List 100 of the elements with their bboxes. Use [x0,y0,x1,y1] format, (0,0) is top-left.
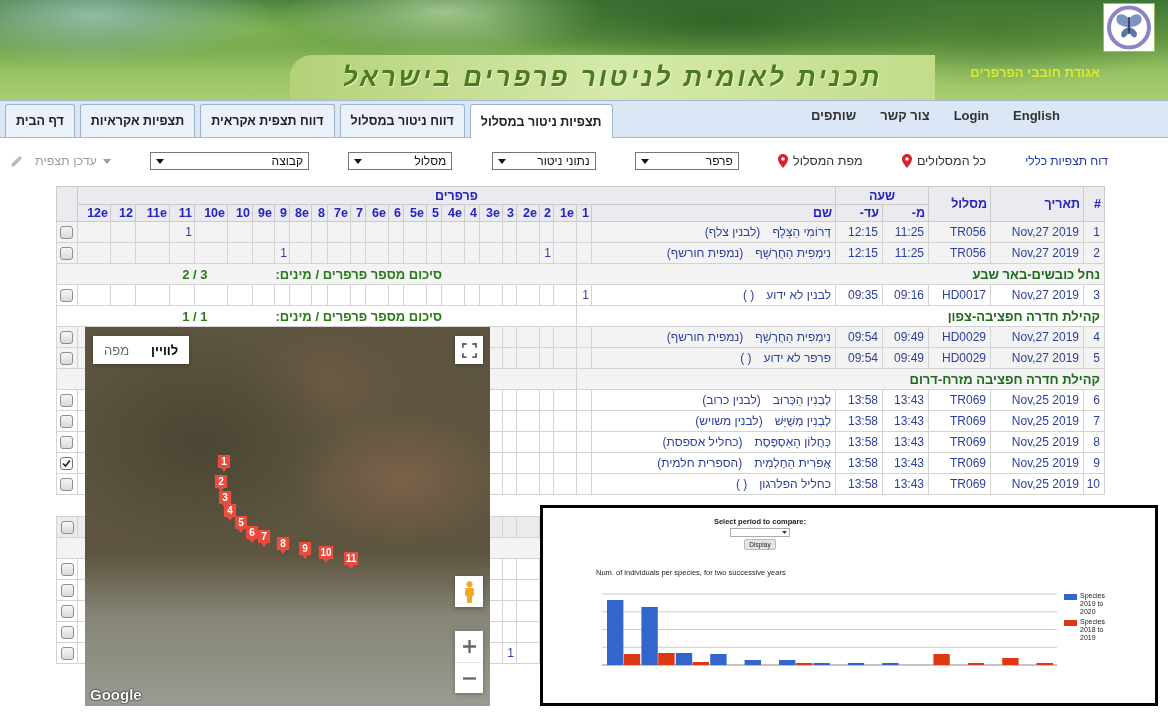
time-cell: 09:54 [835,347,883,369]
map-marker[interactable]: 5 [234,516,248,533]
time-cell: 13:58 [835,452,883,474]
map-marker[interactable]: 9 [298,542,312,559]
period-select[interactable] [730,528,790,537]
route-cell: HD0017 [928,284,991,306]
map-marker[interactable]: 10 [318,546,334,563]
fullscreen-icon [461,342,477,358]
column-header: 5 [426,204,442,222]
row-checkbox[interactable] [60,456,74,470]
map-marker[interactable]: 2 [214,475,228,492]
nav-link[interactable]: English [1013,108,1060,123]
time-cell: 09:16 [882,284,929,306]
map-link[interactable]: מפת המסלול [778,154,863,168]
row-checkbox[interactable] [60,246,74,260]
date-cell: Nov,27 2019 [990,242,1084,264]
row-checkbox[interactable] [60,414,74,428]
species-local-name: (לבנין משויש) [695,414,763,428]
summary-value: 1 / 1 [182,308,208,324]
caret-icon [497,158,506,164]
map-marker[interactable]: 6 [245,526,259,543]
time-cell: 11:25 [882,242,929,264]
nav-tab[interactable]: תצפיות ניטור במסלול [469,104,613,138]
row-checkbox[interactable] [60,625,74,639]
filter-select[interactable]: נתוני ניטור [491,152,596,170]
map-marker[interactable]: 8 [276,537,290,554]
column-header: 9 [274,204,290,222]
date-cell: Nov,27 2019 [990,221,1084,243]
species-name: נִימְפִית הַחֻרְשָׁף [755,330,831,344]
column-header: תאריך [990,186,1084,222]
row-number-cell: 7 [1083,410,1105,432]
row-number-cell: 10 [1083,473,1105,495]
nav-tab[interactable]: דווח ניטור במסלול [339,104,465,137]
species-name: לבנין לא ידוע [766,288,831,302]
map-marker[interactable]: 11 [343,552,359,569]
map-type-button[interactable]: לוויין [140,336,190,364]
column-header: 3 [502,204,517,222]
map-marker[interactable]: 4 [223,504,237,521]
species-local-name: (לבנין צלף) [704,225,761,239]
person-icon [463,580,475,603]
route-cell: TR069 [928,473,991,495]
species-local-name: ( ) [740,351,752,365]
map-logo: Google [90,686,142,703]
row-checkbox[interactable] [60,351,74,365]
group-title: קהילת חדרה חפציבה-צפון [947,308,1100,324]
count-cell: 1 [539,242,554,264]
filter-select[interactable]: מסלול [348,152,453,170]
nav-link[interactable]: Login [953,108,990,123]
species-name: לְבְנִין הַכְּרוּב [772,393,831,407]
street-view-button[interactable] [455,576,483,607]
row-checkbox[interactable] [60,393,74,407]
species-local-name: ( ) [743,288,755,302]
zoom-in-button[interactable] [455,631,483,662]
time-cell: 13:43 [882,473,929,495]
nav-tab[interactable]: דף הבית [5,104,75,137]
species-local-name: (הספרית חלמית) [657,456,743,470]
route-cell: TR069 [928,452,991,474]
row-checkbox[interactable] [60,225,74,239]
row-number-cell: 4 [1083,326,1105,348]
species-local-name: (נמפית חורשף) [666,246,744,260]
date-cell: Nov,25 2019 [990,410,1084,432]
row-number-cell: 3 [1083,284,1105,306]
map-marker[interactable]: 7 [257,530,271,547]
map-link[interactable]: כל המסלולים [901,154,986,168]
zoom-out-button[interactable] [455,662,483,693]
count-cell: 1 [169,221,195,243]
map-pin-icon [901,154,912,168]
time-cell: 13:58 [835,410,883,432]
site-title: תכנית לאומית לניטור פרפרים בישראל [342,62,883,93]
row-checkbox[interactable] [60,288,74,302]
filter-select[interactable]: פרפר [634,152,739,170]
row-checkbox[interactable] [60,646,74,660]
nav-tab[interactable]: תצפיות אקראיות [79,104,196,137]
species-name: אֲפֹרִית הַחֶלְמִית [754,456,831,470]
map-type-button[interactable]: מפה [93,336,141,364]
time-cell: 13:43 [882,452,929,474]
map-pin-icon [778,154,789,168]
row-checkbox[interactable] [60,435,74,449]
species-name: כְּחֲלוֹן הָאַסְפֶּסֶת [754,435,831,449]
nav-tab[interactable]: דווח תצפית אקראית [200,104,335,137]
fullscreen-button[interactable] [455,336,483,364]
nav-link[interactable]: שותפים [811,108,857,123]
route-cell: TR069 [928,431,991,453]
caret-icon [102,158,111,164]
row-checkbox[interactable] [60,562,74,576]
row-checkbox[interactable] [60,583,74,597]
species-local-name: (נמפית חורשף) [666,330,744,344]
plus-icon [462,640,476,653]
date-cell: Nov,25 2019 [990,473,1084,495]
row-number-cell: 8 [1083,431,1105,453]
row-checkbox[interactable] [60,477,74,491]
map-marker[interactable]: 1 [217,455,231,472]
row-checkbox[interactable] [60,330,74,344]
row-number-cell: 1 [1083,221,1105,243]
time-cell: 13:43 [882,389,929,411]
row-checkbox[interactable] [60,604,74,618]
filter-select[interactable]: קבוצה [150,152,310,170]
report-link[interactable]: דוח תצפיות כללי [1025,154,1108,168]
nav-link[interactable]: צור קשר [880,108,930,123]
select-all-checkbox[interactable] [60,520,74,534]
